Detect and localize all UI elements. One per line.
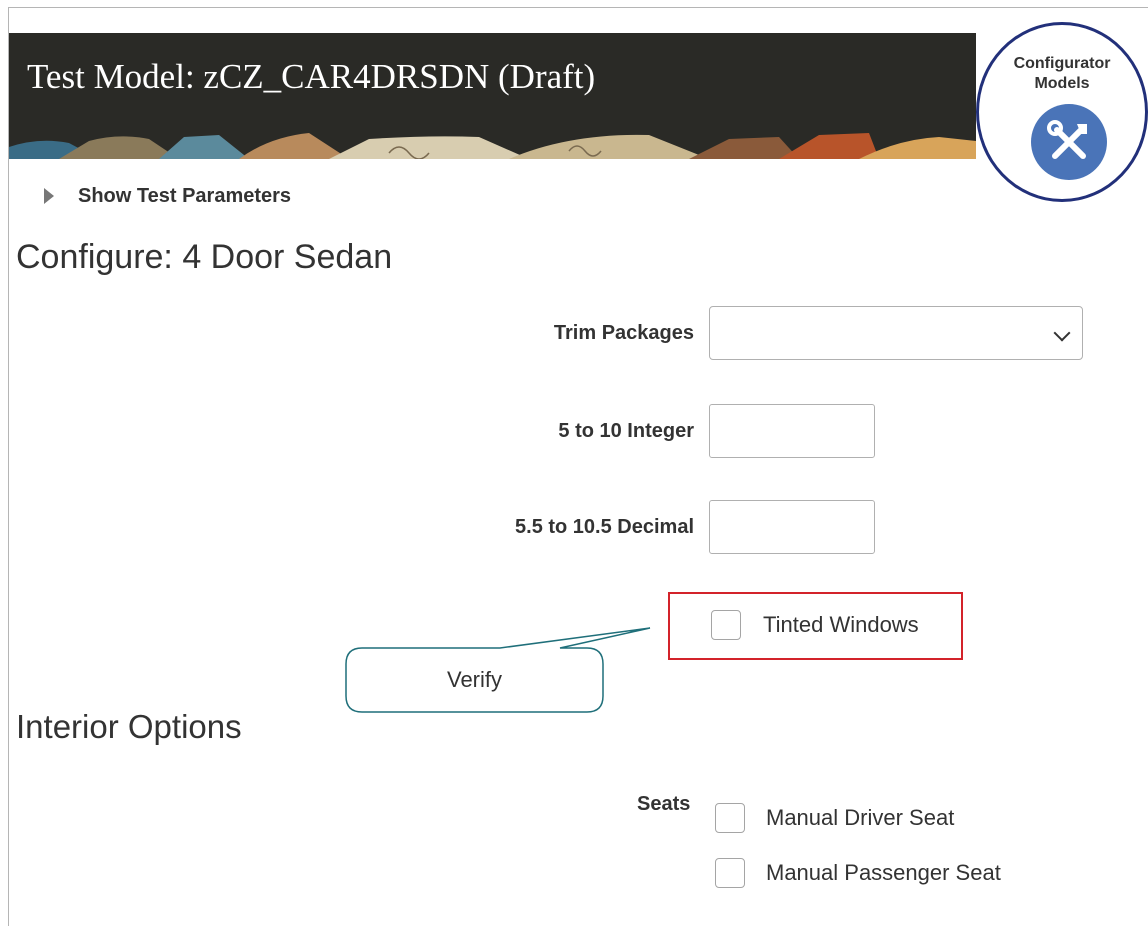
decimal-input[interactable]	[709, 500, 875, 554]
badge-label: Configurator Models	[979, 54, 1145, 94]
decimal-field-label: 5.5 to 10.5 Decimal	[515, 516, 694, 538]
manual-passenger-seat-checkbox[interactable]	[715, 858, 745, 888]
show-test-parameters-label: Show Test Parameters	[78, 184, 292, 207]
seats-label: Seats	[637, 793, 691, 815]
page-header-banner: Test Model: zCZ_CAR4DRSDN (Draft)	[9, 33, 976, 159]
badge-label-line2: Models	[1034, 75, 1090, 92]
frame-top-border	[8, 7, 1148, 8]
show-test-parameters-toggle[interactable]: Show Test Parameters	[44, 184, 291, 208]
interior-options-heading: Interior Options	[16, 708, 242, 745]
banner-decoration	[9, 133, 976, 159]
expand-triangle-icon	[44, 188, 54, 204]
configure-heading: Configure: 4 Door Sedan	[16, 238, 393, 276]
manual-driver-seat-checkbox[interactable]	[715, 803, 745, 833]
tools-icon	[1031, 104, 1107, 180]
trim-packages-label: Trim Packages	[553, 322, 694, 344]
trim-packages-select[interactable]	[709, 306, 1083, 360]
chevron-down-icon	[1053, 324, 1071, 342]
tinted-windows-checkbox[interactable]	[711, 610, 741, 640]
integer-field-label: 5 to 10 Integer	[558, 420, 694, 442]
configurator-models-badge: Configurator Models	[976, 22, 1148, 202]
page-title: Test Model: zCZ_CAR4DRSDN (Draft)	[27, 57, 596, 96]
badge-label-line1: Configurator	[1013, 55, 1111, 72]
manual-driver-seat-label: Manual Driver Seat	[766, 805, 955, 830]
integer-input[interactable]	[709, 404, 875, 458]
verify-callout-text: Verify	[446, 667, 503, 692]
manual-passenger-seat-label: Manual Passenger Seat	[766, 860, 1001, 885]
tinted-windows-label: Tinted Windows	[763, 612, 919, 637]
